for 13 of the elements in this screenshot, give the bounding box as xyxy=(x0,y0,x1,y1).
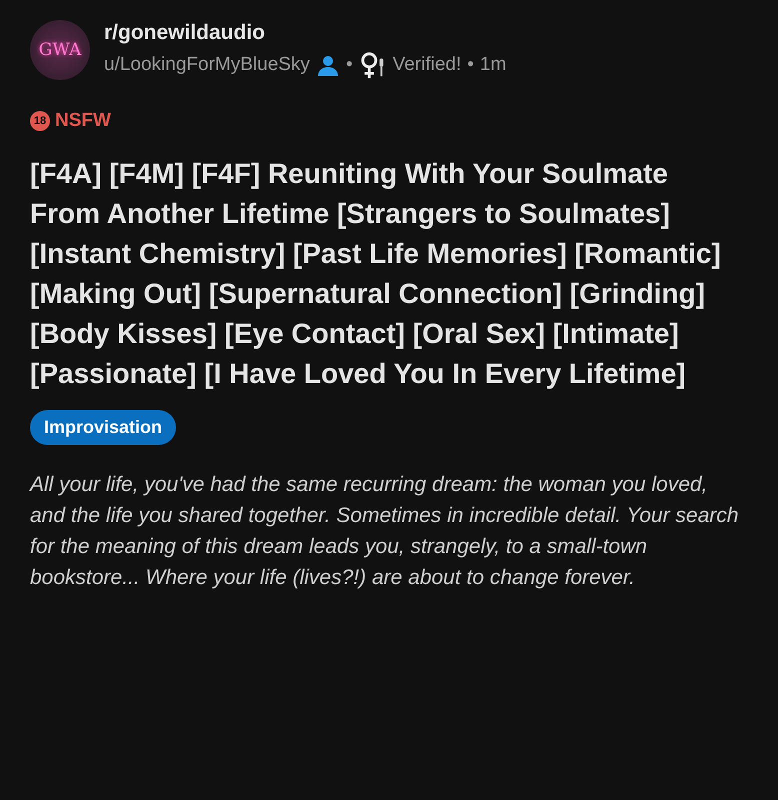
subreddit-avatar[interactable]: GWA xyxy=(30,20,90,80)
author-name[interactable]: u/LookingForMyBlueSky xyxy=(104,54,310,76)
flair-tag[interactable]: Improvisation xyxy=(30,410,176,445)
nsfw-label: NSFW xyxy=(55,110,111,132)
person-icon xyxy=(316,53,340,77)
post-body: All your life, you've had the same recurring dream: the woman you loved, and the life you shared together. Sometimes in incredible detail. Your search for the meaning of this dream leads you, strangely, to a small-town bookstore... Where your life (lives?!) are about to change forever. xyxy=(30,472,740,591)
age-badge: 18 xyxy=(30,111,50,131)
subreddit-name[interactable]: r/gonewildaudio xyxy=(104,21,506,45)
user-flair: Verified! xyxy=(392,54,462,76)
separator-dot: • xyxy=(346,54,353,76)
separator-dot: • xyxy=(467,54,474,76)
post-time: 1m xyxy=(480,54,506,76)
post-title[interactable]: [F4A] [F4M] [F4F] Reuniting With Your Soulmate From Another Lifetime [Strangers to Soulmates] [Instant Chemistry] [Past Life Memories] [Romantic] [Making Out] [Supernatural Connection] [Grinding] [Body Kisses] [Eye Contact] [Oral Sex] [Intimate] [Passionate] [I Have Loved You In Every Lifetime] xyxy=(30,154,730,394)
